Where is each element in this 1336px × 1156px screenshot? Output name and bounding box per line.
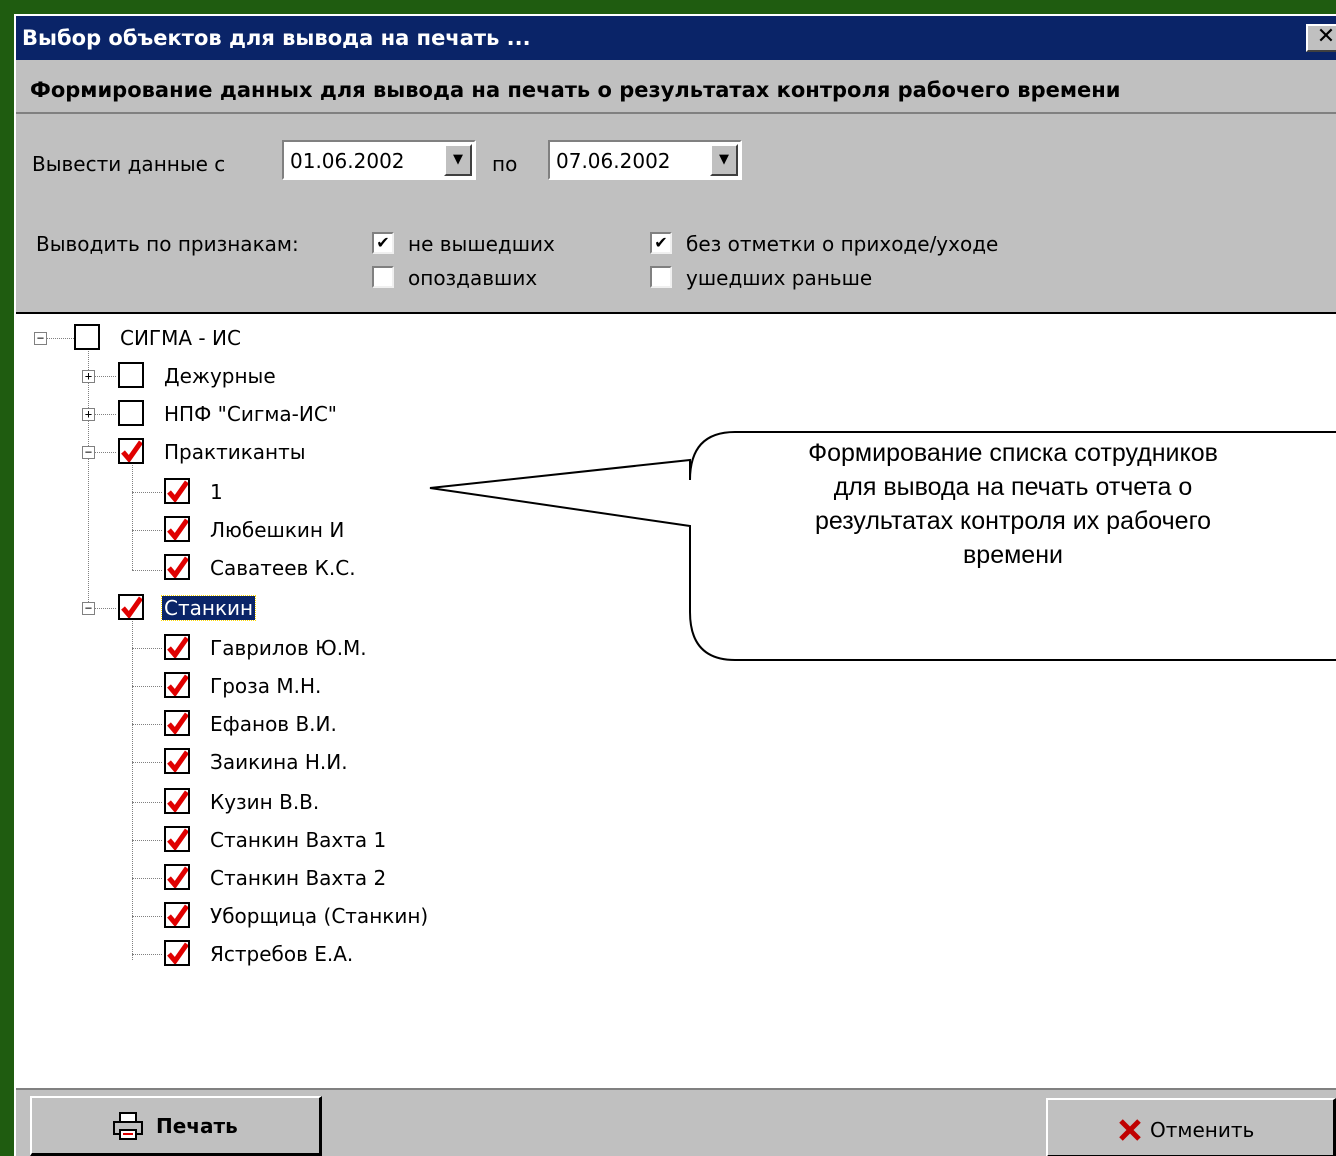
callout-line: результатах контроля их рабочего	[814, 507, 1212, 535]
callout-text: Формирование списка сотрудников для выво…	[690, 436, 1336, 572]
callout-line: времени	[963, 541, 1063, 569]
callout-line: для вывода на печать отчета о	[833, 473, 1193, 501]
callout-line: Формирование списка сотрудников	[808, 439, 1218, 467]
callout-bubble	[429, 431, 1336, 661]
